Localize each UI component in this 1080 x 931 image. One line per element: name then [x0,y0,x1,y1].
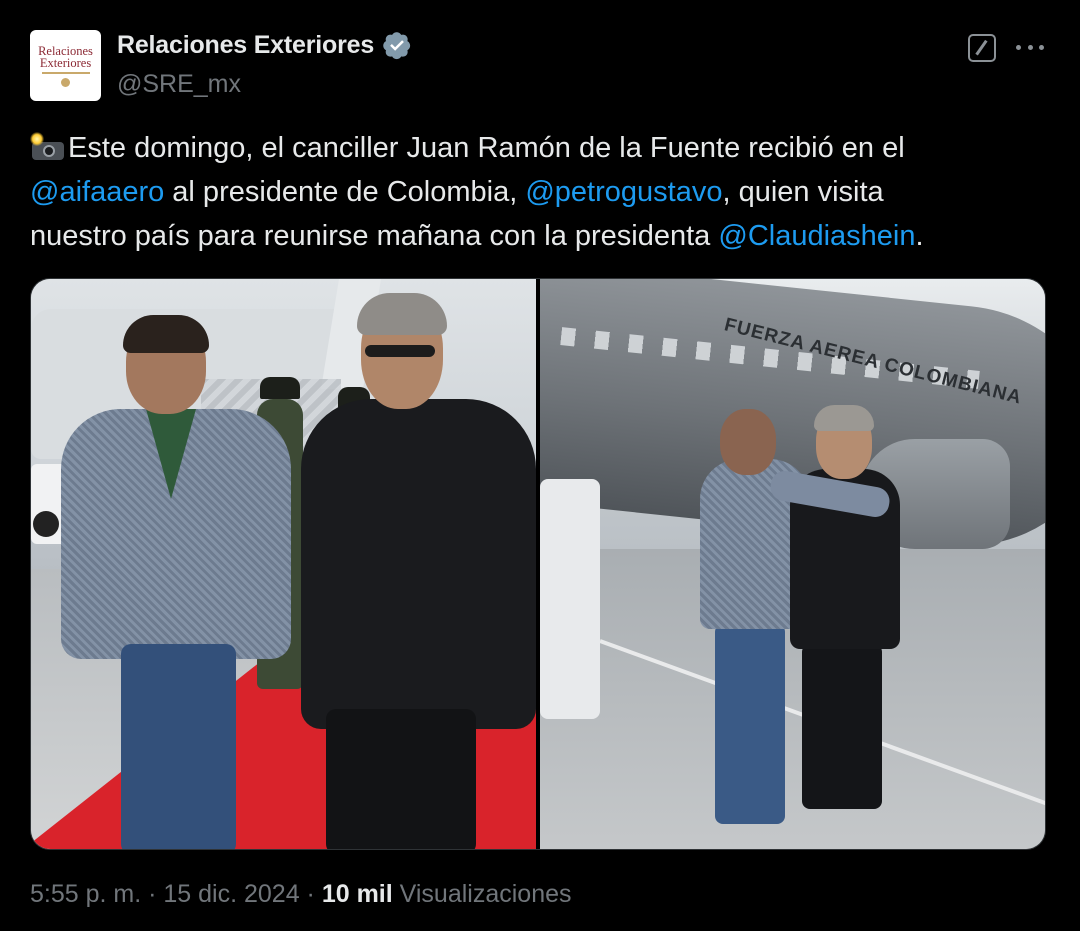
tweet-line-1: Este domingo, el canciller Juan Ramón de… [30,126,1050,170]
tweet-line-2: @aifaaero al presidente de Colombia, @pe… [30,170,1050,214]
display-name[interactable]: Relaciones Exteriores [117,31,374,60]
tweet-meta: 5:55 p. m. · 15 dic. 2024 · 10 mil Visua… [30,880,572,909]
avatar[interactable]: Relaciones Exteriores [30,30,101,101]
grok-icon[interactable] [968,34,996,62]
tweet-text-part4: nuestro país para reunirse mañana con la… [30,220,719,252]
more-dot [1027,44,1033,50]
mention-petrogustavo[interactable]: @petrogustavo [525,176,722,208]
author-name-row[interactable]: Relaciones Exteriores [117,30,412,60]
tweet-text: Este domingo, el canciller Juan Ramón de… [30,126,1050,258]
more-options-icon[interactable] [1016,38,1044,56]
views-count: 10 mil [321,880,393,908]
mention-aifaaero[interactable]: @aifaaero [30,176,164,208]
author-handle[interactable]: @SRE_mx [117,70,241,99]
tweet-text-part2: al presidente de Colombia, [164,176,526,208]
avatar-logo-line2: Exteriores [39,55,92,70]
mention-claudiashein[interactable]: @Claudiashein [718,220,915,252]
avatar-seal-icon [61,77,70,87]
meta-separator: · [141,880,164,908]
meta-separator: · [299,880,322,908]
media-grid: FUERZA AEREA COLOMBIANA [30,278,1046,850]
avatar-logo-line1: Relaciones [38,43,93,58]
tweet-line-3: nuestro país para reunirse mañana con la… [30,214,1050,258]
more-dot [1039,44,1044,50]
tweet-date[interactable]: 15 dic. 2024 [163,880,299,908]
more-dot [1016,44,1021,50]
tweet-text-part3: , quien visita [722,176,884,208]
views-label: Visualizaciones [392,880,572,908]
photo-arrival-red-carpet[interactable] [31,279,536,849]
tweet-text-part1: Este domingo, el canciller Juan Ramón de… [68,132,905,164]
verified-badge-icon[interactable] [382,30,412,60]
tweet-text-part5: . [915,220,924,252]
photo-greeting-at-plane[interactable]: FUERZA AEREA COLOMBIANA [540,279,1045,849]
tweet: Relaciones Exteriores Relaciones Exterio… [0,0,1080,931]
camera-with-flash-icon [30,132,64,160]
avatar-logo-rule [41,71,90,74]
tweet-time[interactable]: 5:55 p. m. [30,880,141,908]
